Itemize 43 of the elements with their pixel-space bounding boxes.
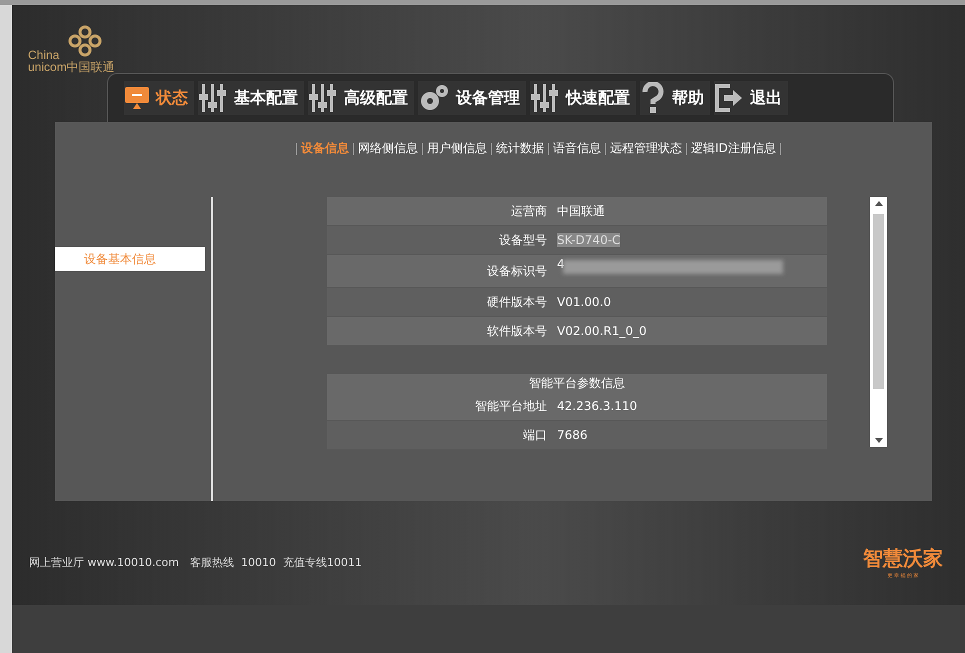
sliders-icon (308, 82, 338, 114)
sub-tab[interactable]: 网络侧信息 (358, 140, 418, 157)
brand-logo: 智慧沃家 (863, 545, 943, 572)
nav-tab[interactable]: 退出 (714, 81, 788, 115)
gears-icon (418, 83, 450, 113)
field-label: 软件版本号 (486, 322, 548, 340)
field-value: 中国联通 (557, 202, 605, 220)
field-value: 7686 (557, 428, 588, 442)
logo-text: unicom中国联通 (28, 61, 115, 73)
field-label: 运营商 (510, 202, 548, 220)
field-value: SK-D740-C (557, 233, 620, 247)
nav-tab[interactable]: 状态 (124, 81, 194, 115)
exit-icon (714, 83, 744, 113)
sub-tab[interactable]: 用户侧信息 (427, 140, 488, 157)
scroll-down-icon[interactable] (874, 438, 882, 443)
nav-tab[interactable]: 设备管理 (418, 81, 526, 115)
footer-text: 网上营业厅 www.10010.com 客服热线 10010 充值专线10011 (29, 554, 362, 570)
section-title: 智能平台参数信息 (327, 374, 827, 392)
sliders-icon (198, 82, 228, 114)
nav-tab[interactable]: 高级配置 (308, 81, 414, 115)
nav-tab[interactable]: 帮助 (640, 81, 710, 115)
sub-tab[interactable]: 语音信息 (553, 140, 602, 157)
sliders-icon (530, 82, 560, 114)
monitor-icon (124, 85, 150, 111)
field-value: V01.00.0 (557, 295, 612, 309)
sub-tab[interactable]: 统计数据 (496, 140, 544, 157)
field-value: V02.00.R1_0_0 (557, 324, 647, 338)
sub-tab[interactable]: 逻辑ID注册信息 (691, 140, 776, 157)
scrollbar[interactable] (870, 197, 887, 447)
question-icon (640, 82, 666, 114)
field-label: 设备型号 (498, 232, 548, 248)
field-label: 设备标识号 (486, 262, 548, 280)
field-label: 智能平台地址 (474, 398, 548, 414)
logo-text: China (28, 49, 60, 61)
field-label: 端口 (522, 426, 548, 444)
logo-knot-icon (67, 25, 103, 57)
field-value: 4 (557, 257, 565, 271)
nav-tab[interactable]: 快速配置 (530, 81, 636, 115)
scroll-up-icon[interactable] (874, 201, 882, 206)
field-value: 42.236.3.110 (557, 399, 638, 413)
nav-tab[interactable]: 基本配置 (198, 81, 304, 115)
sub-tab[interactable]: 远程管理状态 (610, 140, 682, 157)
field-label: 硬件版本号 (486, 294, 548, 310)
